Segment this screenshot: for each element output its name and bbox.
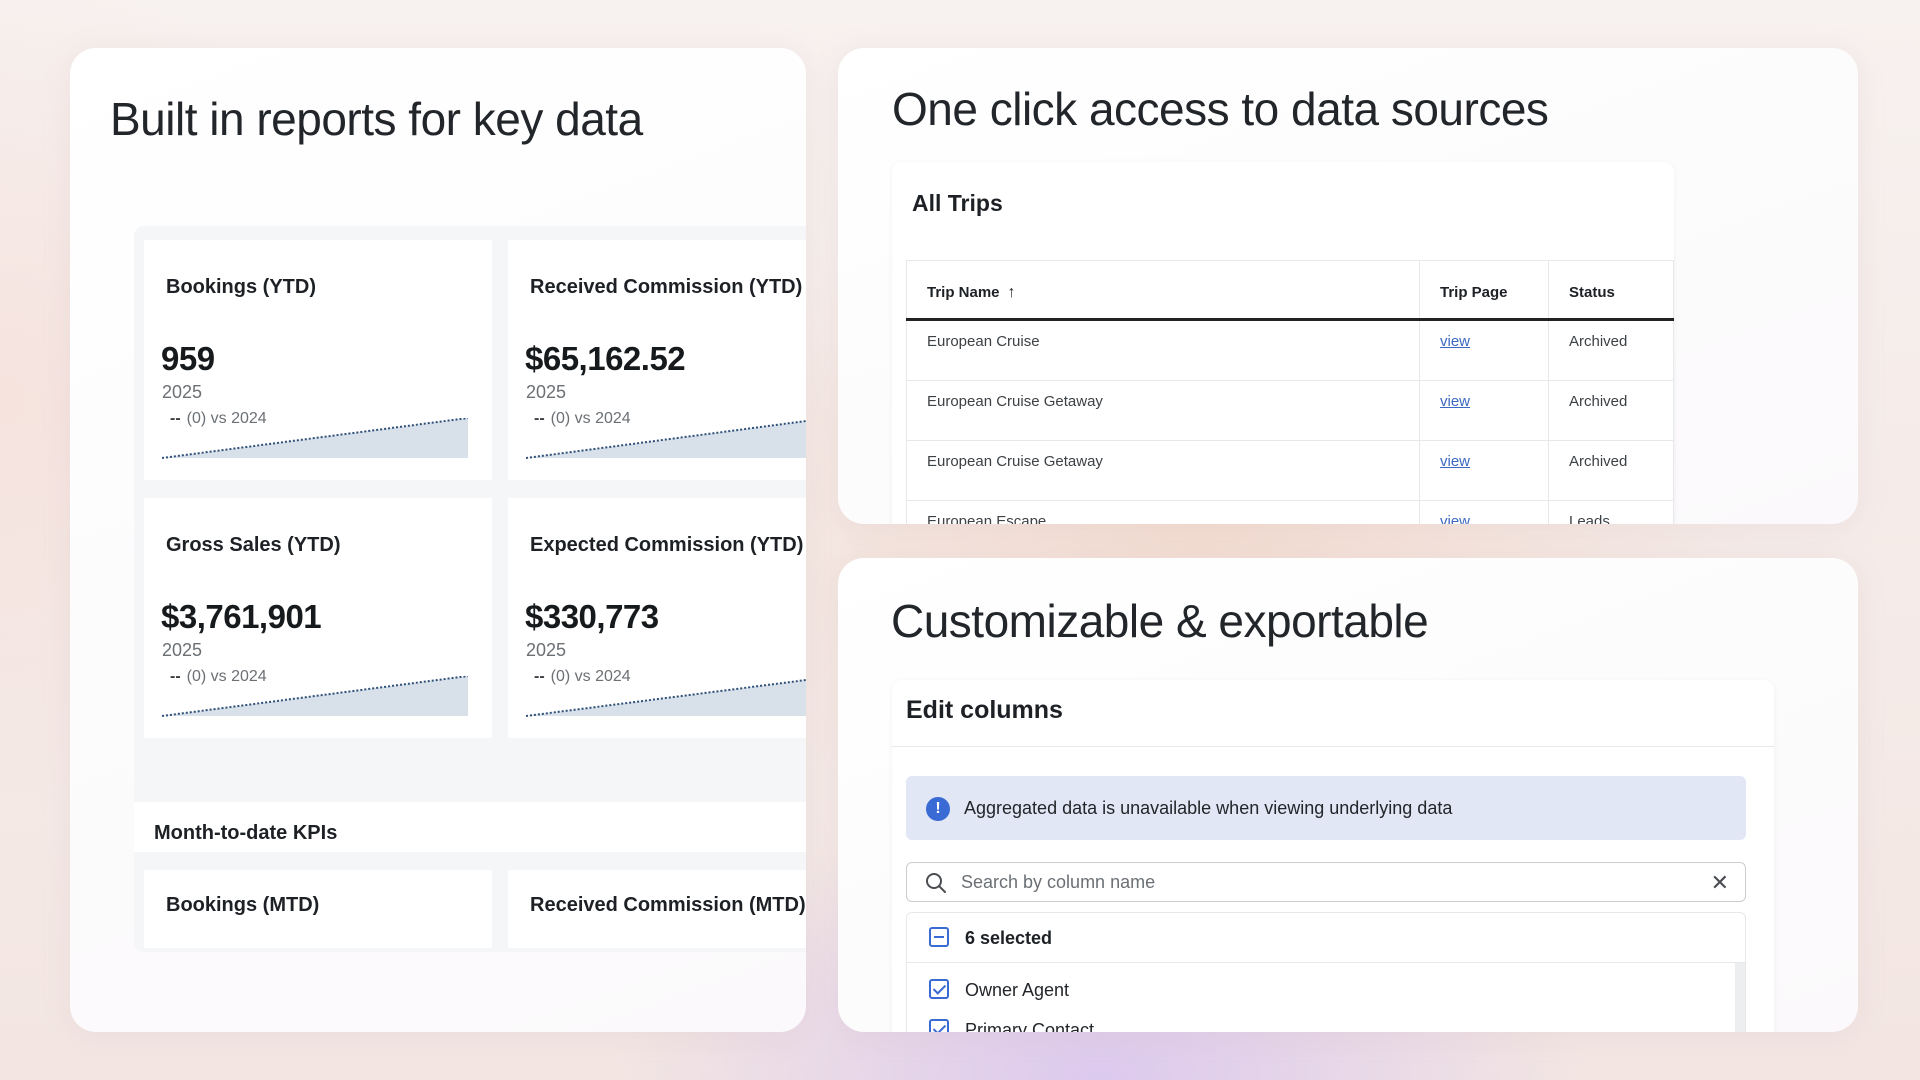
column-item-label: Owner Agent <box>965 980 1070 1000</box>
column-header-label: Trip Name <box>927 284 1000 301</box>
sparkline-icon <box>526 420 806 459</box>
customizable-exportable-panel: Customizable & exportable Edit columns !… <box>838 558 1858 1032</box>
kpi-value: $65,162.52 <box>525 340 686 377</box>
kpi-card-gross-sales-ytd[interactable]: Gross Sales (YTD) $3,761,901 2025 -- (0) … <box>144 498 492 738</box>
data-sources-panel: One click access to data sources All Tri… <box>838 48 1858 524</box>
kpi-title: Received Commission (YTD) <box>530 276 803 298</box>
view-link[interactable]: view <box>1440 393 1470 410</box>
kpi-card-expected-commission-ytd[interactable]: Expected Commission (YTD) $330,773 2025 … <box>508 498 806 738</box>
trip-page-cell: view <box>1420 501 1549 524</box>
trip-name-cell: European Cruise <box>906 321 1420 380</box>
trip-name-cell: European Escape <box>906 501 1420 524</box>
column-item-label: Primary Contact <box>965 1020 1095 1032</box>
table-row[interactable]: European Cruise view Archived <box>906 321 1674 381</box>
trip-page-cell: view <box>1420 321 1549 380</box>
kpi-year: 2025 <box>526 640 567 660</box>
panel-title: Customizable & exportable <box>891 595 1429 647</box>
kpi-value: 959 <box>161 340 215 377</box>
view-link[interactable]: view <box>1440 453 1470 470</box>
trip-page-cell: view <box>1420 441 1549 500</box>
kpi-title: Bookings (YTD) <box>166 276 316 298</box>
kpi-dashboard: Bookings (YTD) 959 2025 -- (0) vs 2024 Re… <box>134 226 806 952</box>
kpi-title: Gross Sales (YTD) <box>166 534 341 556</box>
table-row[interactable]: European Cruise Getaway view Archived <box>906 441 1674 501</box>
table-header-row: Trip Name ↑ Trip Page Status <box>906 261 1674 321</box>
trip-page-cell: view <box>1420 381 1549 440</box>
kpi-title: Expected Commission (YTD) <box>530 534 804 556</box>
kpi-value: $3,761,901 <box>161 598 322 635</box>
info-icon: ! <box>926 797 950 821</box>
all-trips-table-card: All Trips Trip Name ↑ Trip Page Status Eu… <box>892 162 1674 524</box>
kpi-year: 2025 <box>162 382 203 402</box>
checkbox-checked-icon[interactable] <box>929 979 949 999</box>
column-header-trip-page[interactable]: Trip Page <box>1420 261 1549 318</box>
scrollbar[interactable] <box>1735 963 1745 1032</box>
view-link[interactable]: view <box>1440 333 1470 350</box>
banner-text: Aggregated data is unavailable when view… <box>964 798 1453 818</box>
status-cell: Archived <box>1549 381 1674 440</box>
list-item[interactable]: Owner Agent <box>907 973 1727 1013</box>
info-banner: ! Aggregated data is unavailable when vi… <box>906 776 1746 840</box>
sort-ascending-icon: ↑ <box>1007 284 1016 301</box>
sparkline-icon <box>526 679 806 717</box>
table-title: All Trips <box>912 190 1003 216</box>
kpi-year: 2025 <box>162 640 203 660</box>
kpi-card-bookings-mtd[interactable]: Bookings (MTD) <box>144 870 492 948</box>
column-list: 6 selected Owner Agent Primary Contact <box>906 912 1746 1032</box>
kpi-card-received-commission-mtd[interactable]: Received Commission (MTD) <box>508 870 806 948</box>
status-cell: Archived <box>1549 441 1674 500</box>
trip-name-cell: European Cruise Getaway <box>906 441 1420 500</box>
kpi-year: 2025 <box>526 382 567 402</box>
status-cell: Archived <box>1549 321 1674 380</box>
dialog-title: Edit columns <box>906 696 1063 724</box>
search-icon <box>926 873 946 893</box>
panel-title: One click access to data sources <box>892 83 1549 135</box>
built-in-reports-panel: Built in reports for key data Bookings (… <box>70 48 806 1032</box>
kpi-value: $330,773 <box>525 598 659 635</box>
table-row[interactable]: European Escape view Leads <box>906 501 1674 524</box>
sparkline-icon <box>162 676 468 717</box>
panel-title: Built in reports for key data <box>110 93 643 145</box>
column-header-status[interactable]: Status <box>1549 261 1674 318</box>
kpi-title: Bookings (MTD) <box>166 894 320 916</box>
sparkline-icon <box>162 418 468 459</box>
search-input[interactable] <box>961 869 1661 895</box>
checkbox-checked-icon[interactable] <box>929 1019 949 1032</box>
kpi-card-received-commission-ytd[interactable]: Received Commission (YTD) $65,162.52 202… <box>508 240 806 480</box>
list-item[interactable]: Primary Contact <box>907 1013 1727 1032</box>
select-all-row[interactable]: 6 selected <box>907 913 1745 963</box>
view-link[interactable]: view <box>1440 513 1470 524</box>
table-row[interactable]: European Cruise Getaway view Archived <box>906 381 1674 441</box>
trip-name-cell: European Cruise Getaway <box>906 381 1420 440</box>
column-header-trip-name[interactable]: Trip Name ↑ <box>906 261 1420 318</box>
edit-columns-dialog: Edit columns ! Aggregated data is unavai… <box>892 680 1774 1032</box>
kpi-title: Received Commission (MTD) <box>530 894 806 916</box>
column-search: ✕ <box>906 862 1746 902</box>
divider <box>892 746 1774 747</box>
status-cell: Leads <box>1549 501 1674 524</box>
kpi-card-bookings-ytd[interactable]: Bookings (YTD) 959 2025 -- (0) vs 2024 <box>144 240 492 480</box>
checkbox-indeterminate-icon[interactable] <box>929 927 949 947</box>
selected-count: 6 selected <box>965 928 1053 948</box>
mtd-section-header: Month-to-date KPIs <box>134 802 806 852</box>
close-icon[interactable]: ✕ <box>1711 870 1729 896</box>
trips-table: Trip Name ↑ Trip Page Status European Cru… <box>906 260 1674 524</box>
section-label: Month-to-date KPIs <box>154 822 338 844</box>
